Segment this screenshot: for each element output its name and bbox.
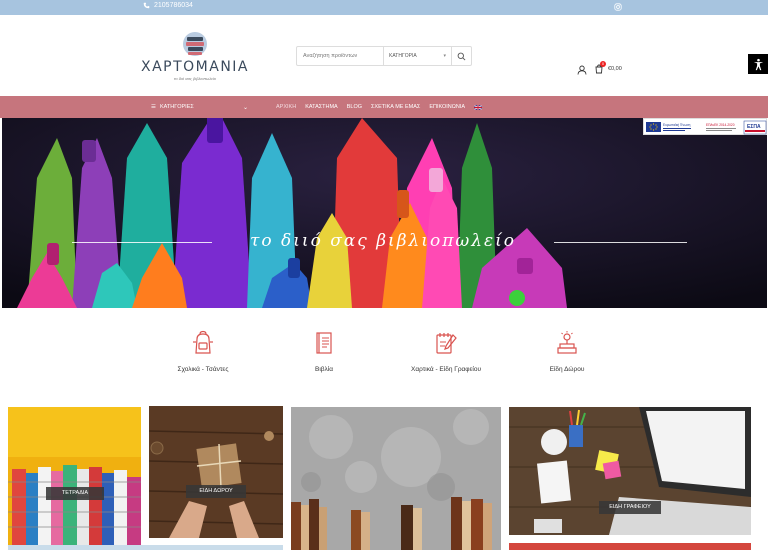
category-label: Χαρτικά - Είδη Γραφείου [411,366,481,373]
espa-logos: Ευρωπαϊκή Ένωση ΕΠΑνΕΚ 2014-2020 ΕΣΠΑ [646,120,767,135]
cart-button[interactable]: 0 €0,00 [594,61,622,74]
nav-item-contact[interactable]: ΕΠΙΚΟΙΝΩΝΙΑ [429,104,465,110]
espa-program-text: ΕΠΑνΕΚ 2014-2020 [706,123,735,127]
phone-link[interactable]: 2105786034 [143,2,193,9]
logo-name: ΧΑΡΤΟΜΑΝΙΑ [140,59,250,75]
gift-lamp-icon [557,331,577,354]
category-gifts[interactable]: Είδη Δώρου [507,330,627,373]
tile-office-supplies[interactable]: ΕΙΔΗ ΓΡΑΦΕΙΟΥ [509,407,751,535]
espa-logo-text: ΕΣΠΑ [747,124,761,130]
phone-icon [143,2,150,9]
user-icon[interactable] [577,65,587,75]
category-school-bags[interactable]: Σχολικά - Τσάντες [143,330,263,373]
notepad-pencil-icon [436,333,457,354]
nav-item-home[interactable]: ΑΡΧΙΚΗ [276,104,296,110]
nav-item-about[interactable]: ΣΧΕΤΙΚΑ ΜΕ ΕΜΑΣ [371,104,420,110]
notebooks-image [8,407,141,550]
books-image [291,407,501,550]
search-bar: ΚΑΤΗΓΟΡΙΑ ▾ [296,46,472,66]
accessibility-icon [753,58,763,70]
search-input[interactable] [297,47,383,65]
phone-number: 2105786034 [154,2,193,9]
nav-item-shop[interactable]: ΚΑΤΑΣΤΗΜΑ [305,104,338,110]
chevron-down-icon: ▾ [443,53,446,59]
instagram-icon[interactable] [614,3,622,11]
espa-banner[interactable]: Ευρωπαϊκή Ένωση ΕΠΑνΕΚ 2014-2020 ΕΣΠΑ [643,118,767,135]
category-stationery[interactable]: Χαρτικά - Είδη Γραφείου [386,330,506,373]
category-label: Σχολικά - Τσάντες [177,366,229,373]
search-icon [457,52,466,60]
hero-image [2,118,767,308]
category-books[interactable]: Βιβλία [264,330,384,373]
cart-count-badge: 0 [600,61,606,67]
slogan-line-left [72,242,212,243]
hamburger-icon: ☰ [151,104,156,110]
tile-gifts[interactable]: ΕΙΔΗ ΔΩΡΟΥ [149,406,283,538]
hero-banner[interactable]: το διιό σας βιβλιοπωλείο [2,118,767,308]
site-logo[interactable]: ΧΑΡΤΟΜΑΝΙΑ το διό σας βιβλιοπωλείο [140,31,250,87]
hero-slogan: το διιό σας βιβλιοπωλείο [249,231,517,251]
book-icon [316,332,332,354]
search-category-select[interactable]: ΚΑΤΗΓΟΡΙΑ ▾ [383,47,451,65]
category-label: Είδη Δώρου [549,366,585,373]
site-header: ΧΑΡΤΟΜΑΝΙΑ το διό σας βιβλιοπωλείο ΚΑΤΗΓ… [0,15,768,96]
search-button[interactable] [451,47,471,65]
nav-menu: ΑΡΧΙΚΗ ΚΑΤΑΣΤΗΜΑ BLOG ΣΧΕΤΙΚΑ ΜΕ ΕΜΑΣ ΕΠ… [276,96,483,118]
tile-books[interactable] [291,407,501,550]
main-navigation: ☰ ΚΑΤΗΓΟΡΙΕΣ ⌄ ΑΡΧΙΚΗ ΚΑΤΑΣΤΗΜΑ BLOG ΣΧΕ… [0,96,768,118]
slogan-line-right [554,242,687,243]
categories-label: ΚΑΤΗΓΟΡΙΕΣ [159,104,194,110]
logo-books-icon [183,32,207,56]
category-icons-row: Σχολικά - Τσάντες Βιβλία Χαρτικά - Είδη … [0,330,768,390]
uk-flag-icon[interactable] [474,104,483,110]
top-bar: 2105786034 [0,0,768,15]
backpack-icon [193,330,213,354]
categories-menu-button[interactable]: ☰ ΚΑΤΗΓΟΡΙΕΣ ⌄ [151,96,248,118]
tile-label: ΕΙΔΗ ΔΩΡΟΥ [186,485,246,498]
category-label: Βιβλία [315,366,333,373]
tile-notebooks[interactable]: ΤΕΤΡΑΔΙΑ [8,407,141,550]
cart-total: €0,00 [608,66,622,72]
espa-eu-text: Ευρωπαϊκή Ένωση [663,123,691,127]
tile-label: ΕΙΔΗ ΓΡΑΦΕΙΟΥ [599,501,661,514]
tile-partial-left [8,545,283,550]
search-category-label: ΚΑΤΗΓΟΡΙΑ [389,53,417,59]
accessibility-button[interactable] [748,54,768,74]
logo-tagline: το διό σας βιβλιοπωλείο [173,76,217,81]
tile-partial-right [509,543,751,550]
office-image [509,407,751,535]
gifts-image [149,406,283,538]
nav-item-blog[interactable]: BLOG [347,104,362,110]
chevron-down-icon: ⌄ [242,104,248,111]
tile-label: ΤΕΤΡΑΔΙΑ [46,487,104,500]
